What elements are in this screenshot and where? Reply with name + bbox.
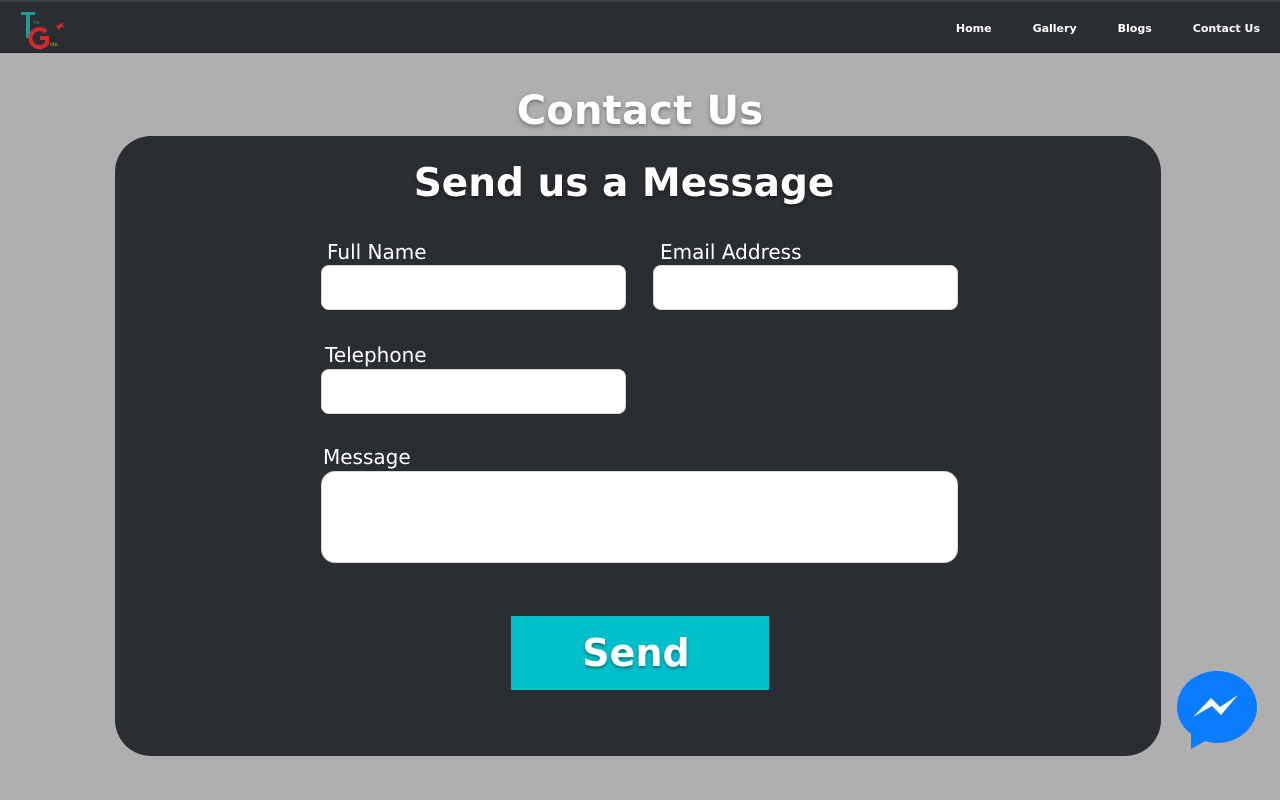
email-label: Email Address [660, 240, 802, 264]
logo-icon: ra ide [21, 12, 65, 50]
email-input[interactable] [653, 265, 958, 310]
site-logo[interactable]: ra ide [18, 10, 68, 52]
svg-text:ra: ra [34, 20, 39, 26]
nav-gallery[interactable]: Gallery [1033, 22, 1077, 35]
messenger-icon [1177, 671, 1257, 749]
message-label: Message [323, 445, 411, 469]
svg-text:ide: ide [50, 42, 58, 48]
messenger-chat-button[interactable] [1176, 669, 1258, 751]
nav-contact-us[interactable]: Contact Us [1193, 22, 1260, 35]
send-button[interactable]: Send [511, 616, 769, 690]
telephone-label: Telephone [325, 343, 427, 367]
contact-form-card: Send us a Message Full Name Email Addres… [115, 136, 1161, 756]
telephone-input[interactable] [321, 369, 626, 414]
nav-blogs[interactable]: Blogs [1118, 22, 1152, 35]
message-textarea[interactable] [321, 471, 958, 563]
form-title: Send us a Message [413, 161, 835, 206]
full-name-label: Full Name [327, 240, 427, 264]
navbar: ra ide Home Gallery Blogs Contact Us [0, 0, 1280, 53]
main-nav: Home Gallery Blogs Contact Us [915, 2, 1260, 55]
nav-home[interactable]: Home [956, 22, 992, 35]
full-name-input[interactable] [321, 265, 626, 310]
page-title: Contact Us [516, 88, 764, 134]
